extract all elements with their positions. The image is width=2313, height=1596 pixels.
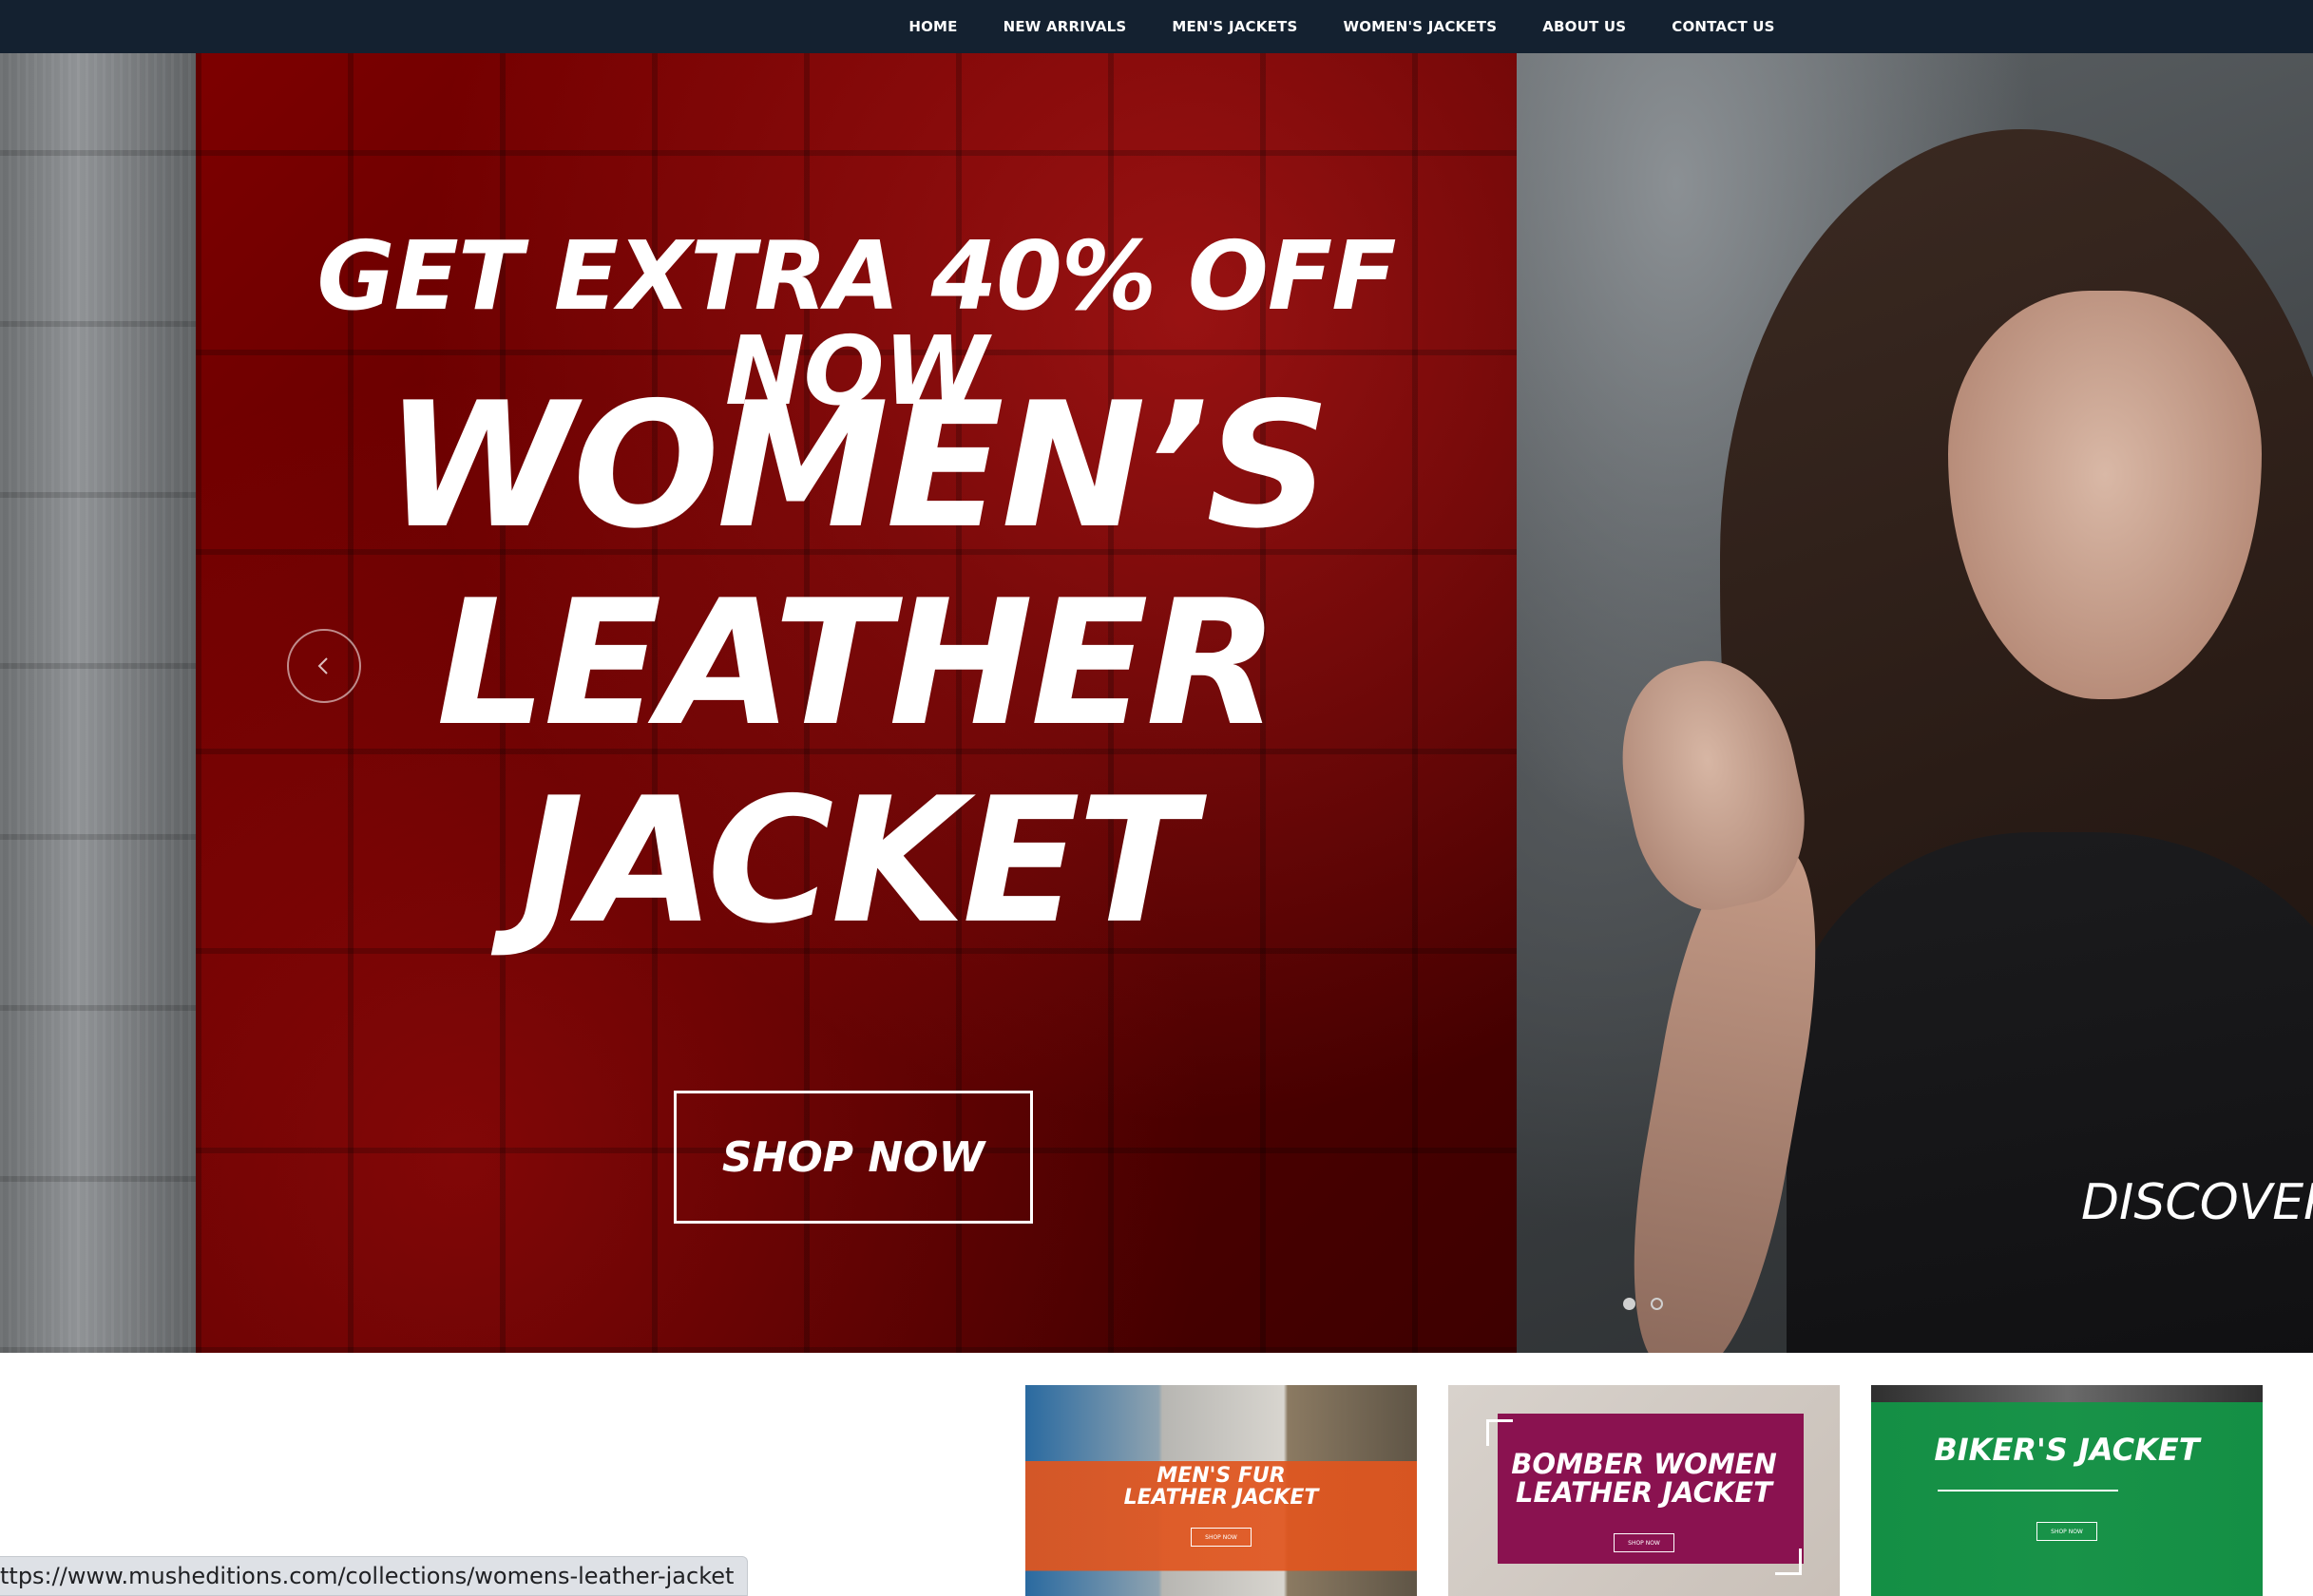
nav-item-contact-us[interactable]: CONTACT US xyxy=(1672,18,1774,35)
model-torso xyxy=(1787,832,2313,1353)
link-status-bar: ttps://www.musheditions.com/collections/… xyxy=(0,1556,749,1596)
tile-shop-now-button[interactable]: SHOP NOW xyxy=(1191,1528,1252,1547)
slider-dots xyxy=(1623,1298,1663,1310)
promo-title-line: JACKET xyxy=(519,760,1195,961)
hero-slider: GET EXTRA 40% OFF NOW WOMEN’S LEATHER JA… xyxy=(0,53,2313,1353)
slider-dot-2[interactable] xyxy=(1651,1298,1663,1310)
nav-menu: HOME NEW ARRIVALS MEN'S JACKETS WOMEN'S … xyxy=(538,18,1774,35)
chevron-left-icon xyxy=(317,657,328,674)
hero-background-left xyxy=(0,53,196,1353)
promo-title-line: WOMEN’S xyxy=(384,365,1330,566)
tile-label: BIKER'S JACKET xyxy=(1871,1434,2263,1467)
category-tile-bikers-jacket[interactable]: BIKER'S JACKET SHOP NOW xyxy=(1871,1385,2263,1596)
corner-bracket xyxy=(1486,1419,1513,1446)
nav-item-home[interactable]: HOME xyxy=(908,18,957,35)
nav-item-mens-jackets[interactable]: MEN'S JACKETS xyxy=(1172,18,1297,35)
tile-label: BOMBER WOMEN LEATHER JACKET xyxy=(1448,1450,1840,1508)
slider-prev-button[interactable] xyxy=(287,629,361,703)
corner-bracket xyxy=(1775,1548,1802,1575)
tile-label-line: BOMBER WOMEN xyxy=(1511,1448,1777,1480)
tile-label-line: BIKER'S JACKET xyxy=(1934,1432,2200,1468)
category-tile-bomber-women[interactable]: BOMBER WOMEN LEATHER JACKET SHOP NOW xyxy=(1448,1385,1840,1596)
tile-label: MEN'S FUR LEATHER JACKET xyxy=(1025,1465,1417,1509)
next-slide-text: DISCOVER xyxy=(2081,1174,2313,1231)
category-tile-mens-fur[interactable]: MEN'S FUR LEATHER JACKET SHOP NOW xyxy=(1025,1385,1417,1596)
tile-divider xyxy=(1938,1490,2118,1492)
promo-title-line: LEATHER xyxy=(436,562,1279,764)
tile-label-line: LEATHER JACKET xyxy=(1123,1486,1319,1510)
nav-item-new-arrivals[interactable]: NEW ARRIVALS xyxy=(1004,18,1127,35)
tile-label-line: LEATHER JACKET xyxy=(1516,1476,1772,1510)
hero-promo: GET EXTRA 40% OFF NOW WOMEN’S LEATHER JA… xyxy=(196,53,1517,1353)
top-nav: HOME NEW ARRIVALS MEN'S JACKETS WOMEN'S … xyxy=(0,0,2313,53)
nav-item-womens-jackets[interactable]: WOMEN'S JACKETS xyxy=(1343,18,1497,35)
promo-title: WOMEN’S LEATHER JACKET xyxy=(196,367,1517,960)
slider-dot-1[interactable] xyxy=(1623,1298,1635,1310)
nav-item-about-us[interactable]: ABOUT US xyxy=(1542,18,1626,35)
shop-now-button[interactable]: SHOP NOW xyxy=(674,1091,1033,1224)
tile-shop-now-button[interactable]: SHOP NOW xyxy=(2036,1522,2097,1541)
tile-shop-now-button[interactable]: SHOP NOW xyxy=(1614,1533,1674,1552)
tile-label-line: MEN'S FUR xyxy=(1156,1464,1286,1488)
